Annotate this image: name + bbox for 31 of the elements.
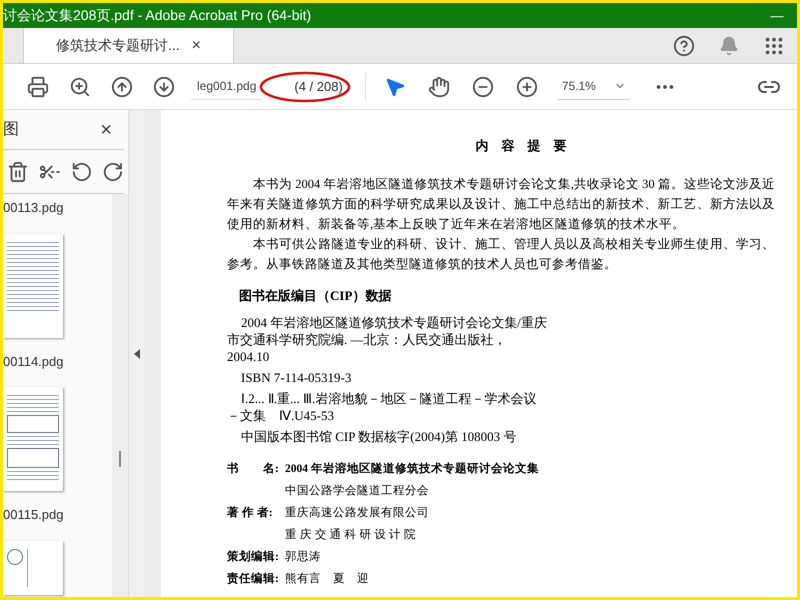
credit-label: 著 作 者:: [227, 505, 274, 521]
panel-close-button[interactable]: ×: [100, 114, 112, 144]
credit-value: 重 庆 交 通 科 研 设 计 院: [285, 527, 417, 543]
minimize-button[interactable]: —: [757, 6, 797, 26]
cip-heading: 图书在版编目（CIP）数据: [239, 287, 392, 305]
window-title: 讨会论文集208页.pdf - Adobe Acrobat Pro (64-bit): [3, 6, 312, 25]
page-number-field[interactable]: leg001.pdg: [191, 74, 262, 100]
body-paragraph: 本书为 2004 年岩溶地区隧道修筑技术专题研讨会论文集,共收录论文 30 篇。这些论文涉及近年来有关隧道修筑方面的科学研究成果以及设计、施工中总结出的新技术、新工艺、新方法以及使用的新材料、新装备等,基本上反映了近年来在岩溶地区隧道修筑的技术水平。: [227, 176, 775, 233]
cip-entry: Ⅰ.2... Ⅱ.重... Ⅲ.岩溶地貌－地区－隧道工程－学术会议－文集 Ⅳ.U45-53: [227, 390, 538, 424]
credit-label: 书 名:: [227, 461, 280, 477]
credit-value: 2004 年岩溶地区隧道修筑技术专题研讨会论文集: [285, 461, 539, 477]
zoom-dropdown[interactable]: 75.1%: [558, 74, 630, 100]
cip-entry: 中国版本图书馆 CIP 数据核字(2004)第 108003 号: [240, 428, 518, 445]
document-tab[interactable]: 修筑技术专题研讨... ×: [23, 28, 234, 63]
credit-label: 责任编辑:: [227, 571, 280, 587]
credit-value: 中国公路学会隧道工程分会: [285, 484, 430, 499]
panel-title: 图: [3, 120, 19, 140]
cip-entry: ISBN 7-114-05319-3: [240, 369, 352, 386]
credit-value: 熊有言 夏 迎: [285, 571, 369, 587]
tab-label: 修筑技术专题研讨...: [56, 36, 180, 55]
cip-entry: 2004 年岩溶地区隧道修筑技术专题研讨会论文集/重庆市交通科学研究院编. —北京：人民交通出版社，2004.10: [227, 314, 547, 365]
tab-close-button[interactable]: ×: [192, 34, 202, 58]
body-paragraph: 本书可供公路隧道专业的科研、设计、施工、管理人员以及高校相关专业师生使用、学习、参考。从事铁路隧道及其他类型隧道修筑的技术人员也可参考借鉴。: [227, 236, 775, 273]
thumbnail-label: 00113.pdg: [3, 199, 64, 217]
thumbnail-label: 00115.pdg: [3, 506, 64, 524]
page-count: (4 / 208): [294, 78, 343, 96]
credit-value: 重庆高速公路发展有限公司: [285, 505, 429, 521]
credit-value: 郭思涛: [285, 549, 321, 565]
credit-label: 策划编辑:: [227, 549, 280, 565]
thumbnail-label: 00114.pdg: [3, 352, 64, 371]
page-heading: 内 容 提 要: [474, 137, 568, 155]
